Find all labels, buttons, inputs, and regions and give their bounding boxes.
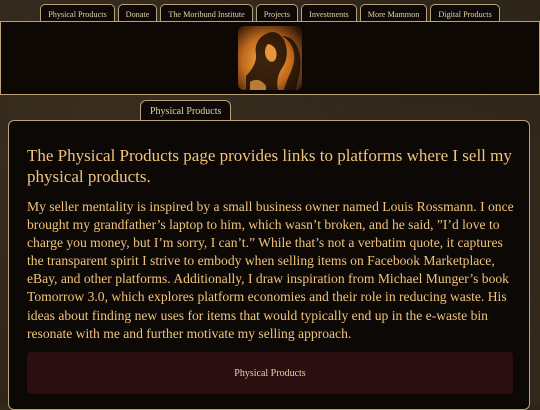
site-logo[interactable] [238,26,302,90]
section-tab-physical-products[interactable]: Physical Products [140,100,232,121]
intro-paragraph: My seller mentality is inspired by a sma… [27,199,514,341]
physical-products-link-button[interactable]: Physical Products [27,352,513,394]
content-panel: The Physical Products page provides link… [8,120,530,410]
page-heading: The Physical Products page provides link… [27,146,512,186]
artwork-portrait-logo-icon [238,26,302,90]
